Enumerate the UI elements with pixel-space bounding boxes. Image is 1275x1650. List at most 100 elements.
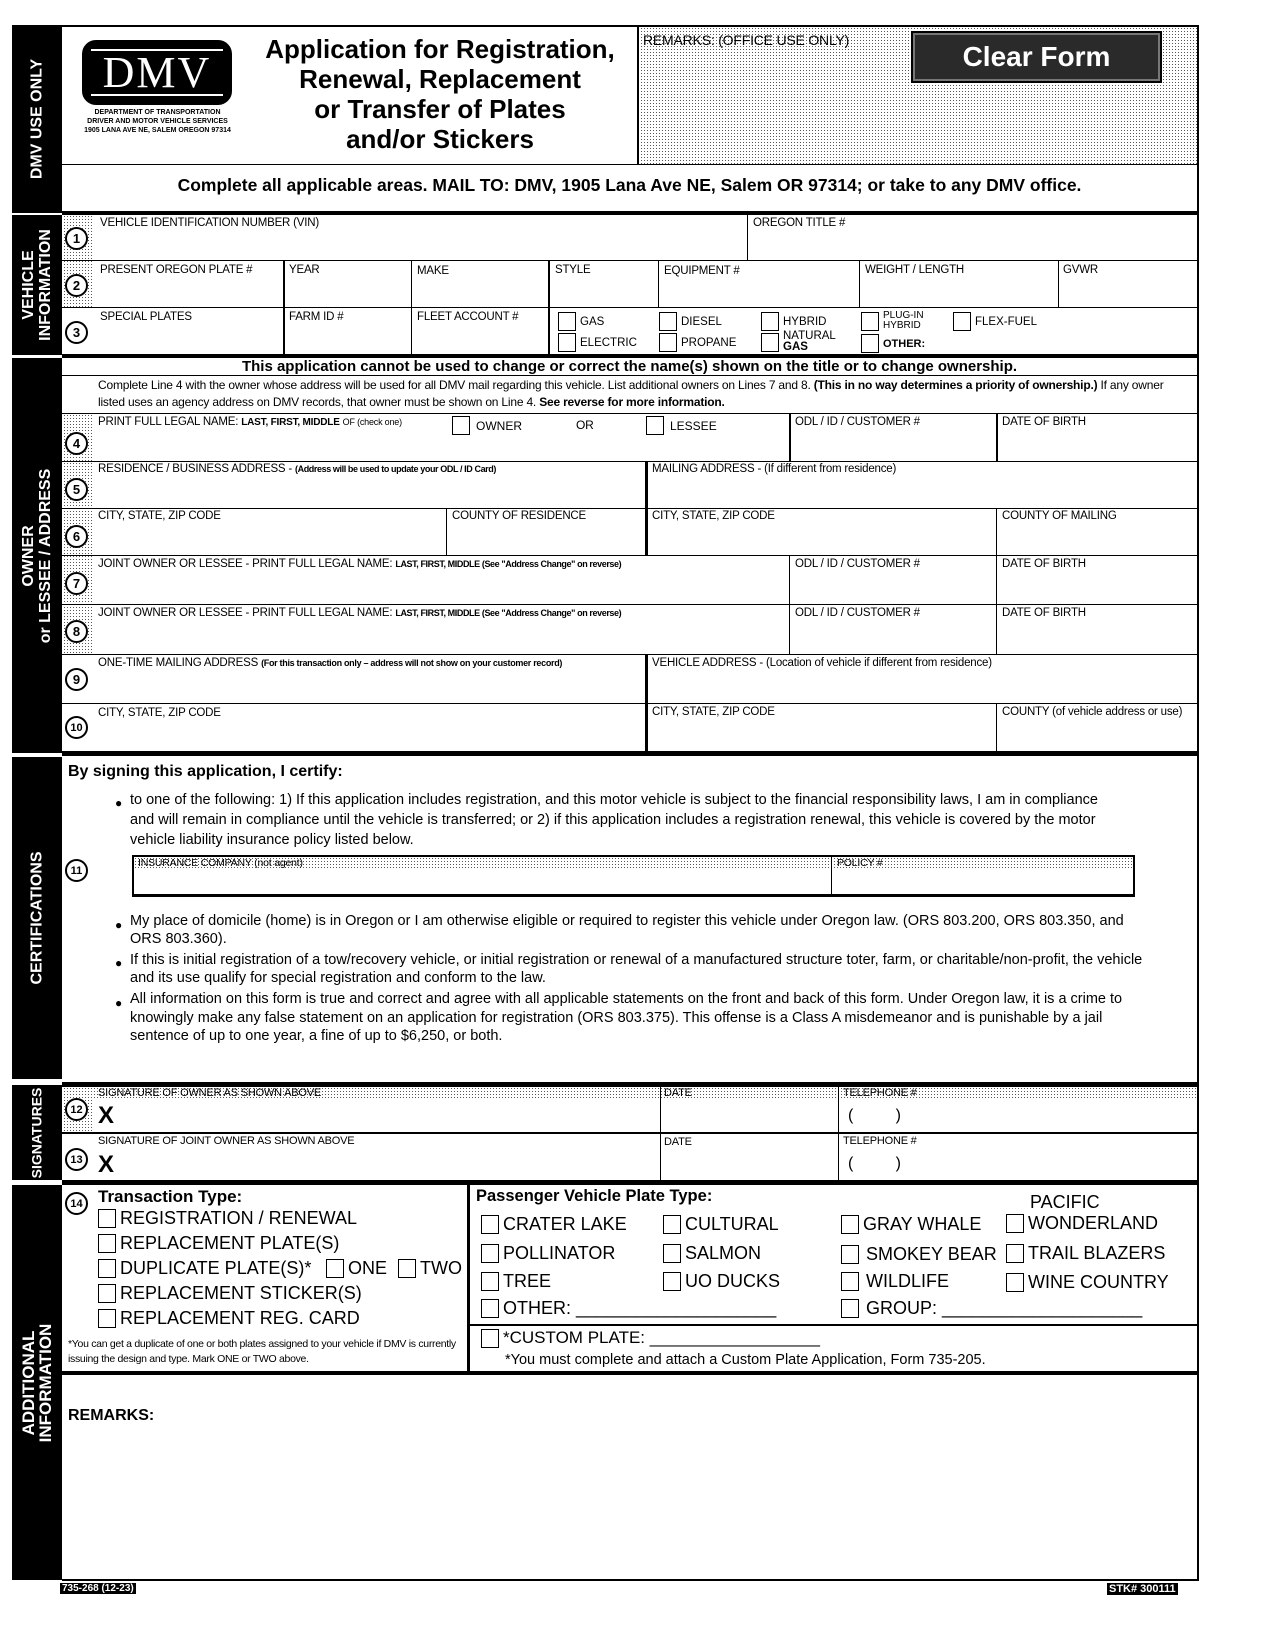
mailing-address-input[interactable]: [652, 483, 1192, 505]
remarks-input[interactable]: [160, 1400, 1190, 1570]
checkbox[interactable]: [659, 312, 677, 331]
checkbox[interactable]: [761, 312, 779, 331]
one-time-mailing-input[interactable]: [98, 676, 638, 698]
joint-telephone-input[interactable]: [930, 1152, 1192, 1176]
clear-form-button[interactable]: Clear Form: [911, 31, 1162, 83]
joint-owner-1-dob-input[interactable]: [1002, 578, 1192, 600]
plate-input[interactable]: [100, 282, 280, 304]
checkbox[interactable]: [98, 1234, 116, 1253]
lessee-checkbox-option[interactable]: LESSEE: [646, 416, 717, 435]
joint-signature-date-input[interactable]: [664, 1152, 834, 1176]
checkbox[interactable]: [481, 1215, 499, 1234]
joint-owner-2-dob-input[interactable]: [1002, 627, 1192, 649]
vehicle-address-input[interactable]: [652, 676, 1192, 698]
checkbox[interactable]: [398, 1259, 416, 1278]
plate-group-option[interactable]: GROUP: ____________________: [841, 1298, 1142, 1319]
owner-telephone-input[interactable]: [930, 1104, 1192, 1128]
joint-signature-input[interactable]: [124, 1152, 654, 1176]
plate-option[interactable]: SALMON: [663, 1243, 761, 1264]
checkbox[interactable]: [841, 1245, 859, 1264]
joint-owner-2-input[interactable]: [98, 627, 783, 649]
plate-option[interactable]: WILDLIFE: [841, 1271, 949, 1292]
checkbox[interactable]: [663, 1244, 681, 1263]
style-input[interactable]: [555, 282, 655, 304]
transaction-option[interactable]: REPLACEMENT PLATE(S): [98, 1233, 339, 1254]
checkbox[interactable]: [98, 1259, 116, 1278]
checkbox[interactable]: [558, 333, 576, 352]
vin-input[interactable]: [100, 235, 740, 257]
transaction-option[interactable]: REGISTRATION / RENEWAL: [98, 1208, 357, 1229]
plate-option[interactable]: CRATER LAKE: [481, 1214, 627, 1235]
owner-odl-input[interactable]: [795, 436, 991, 458]
fleet-account-input[interactable]: [417, 329, 545, 351]
checkbox[interactable]: [481, 1272, 499, 1291]
fuel-gas-option[interactable]: GAS: [558, 312, 604, 331]
checkbox[interactable]: [953, 312, 971, 331]
plate-option[interactable]: POLLINATOR: [481, 1243, 615, 1264]
insurance-company-input[interactable]: [138, 872, 828, 894]
checkbox[interactable]: [841, 1272, 859, 1291]
owner-dob-input[interactable]: [1002, 436, 1192, 458]
plate-option[interactable]: UO DUCKS: [663, 1271, 780, 1292]
joint-owner-1-odl-input[interactable]: [795, 578, 991, 600]
plate-option[interactable]: CULTURAL: [663, 1214, 779, 1235]
residence-city-input[interactable]: [98, 530, 438, 552]
owner-signature-date-input[interactable]: [664, 1104, 834, 1128]
weight-length-input[interactable]: [865, 282, 1055, 304]
transaction-option[interactable]: REPLACEMENT STICKER(S): [98, 1283, 362, 1304]
transaction-option[interactable]: REPLACEMENT REG. CARD: [98, 1308, 360, 1329]
plate-option[interactable]: TRAIL BLAZERS: [1006, 1243, 1165, 1264]
vehicle-county-input[interactable]: [1002, 725, 1192, 747]
plate-option[interactable]: WONDERLAND: [1006, 1213, 1158, 1234]
checkbox[interactable]: [663, 1272, 681, 1291]
checkbox[interactable]: [861, 311, 879, 331]
transaction-option[interactable]: DUPLICATE PLATE(S)*: [98, 1258, 311, 1279]
fuel-propane-option[interactable]: PROPANE: [659, 333, 736, 352]
one-time-city-input[interactable]: [98, 725, 638, 747]
checkbox[interactable]: [1006, 1273, 1024, 1292]
mailing-city-input[interactable]: [652, 530, 992, 552]
duplicate-one-option[interactable]: ONE: [326, 1258, 387, 1279]
year-input[interactable]: [289, 282, 407, 304]
checkbox[interactable]: [98, 1209, 116, 1228]
checkbox[interactable]: [98, 1309, 116, 1328]
fuel-plugin-hybrid-option[interactable]: PLUG-IN HYBRID: [861, 311, 924, 331]
custom-plate-option[interactable]: *CUSTOM PLATE: __________________: [481, 1328, 820, 1348]
equipment-input[interactable]: [664, 282, 856, 304]
checkbox[interactable]: [481, 1244, 499, 1263]
vehicle-city-input[interactable]: [652, 725, 992, 747]
checkbox[interactable]: [326, 1259, 344, 1278]
checkbox[interactable]: [1006, 1214, 1024, 1233]
checkbox[interactable]: [861, 334, 879, 353]
plate-option[interactable]: TREE: [481, 1271, 551, 1292]
owner-checkbox-option[interactable]: OWNER: [452, 416, 522, 435]
plate-other-option[interactable]: OTHER: ____________________: [481, 1298, 776, 1319]
policy-input[interactable]: [837, 872, 1127, 894]
county-residence-input[interactable]: [452, 530, 640, 552]
fuel-diesel-option[interactable]: DIESEL: [659, 312, 722, 331]
checkbox[interactable]: [1006, 1244, 1024, 1263]
gvwr-input[interactable]: [1063, 282, 1193, 304]
checkbox[interactable]: [646, 416, 664, 435]
fuel-hybrid-option[interactable]: HYBRID: [761, 312, 826, 331]
joint-owner-2-odl-input[interactable]: [795, 627, 991, 649]
checkbox[interactable]: [663, 1215, 681, 1234]
farm-id-input[interactable]: [289, 329, 407, 351]
special-plates-input[interactable]: [100, 329, 280, 351]
plate-option[interactable]: GRAY WHALE: [841, 1214, 981, 1235]
checkbox[interactable]: [761, 332, 779, 352]
joint-owner-1-input[interactable]: [98, 578, 783, 600]
oregon-title-input[interactable]: [753, 235, 1193, 257]
county-mailing-input[interactable]: [1002, 530, 1192, 552]
make-input[interactable]: [417, 282, 545, 304]
checkbox[interactable]: [841, 1299, 859, 1318]
checkbox[interactable]: [841, 1215, 859, 1234]
checkbox[interactable]: [481, 1328, 499, 1348]
checkbox[interactable]: [558, 312, 576, 331]
owner-name-input[interactable]: [98, 436, 783, 458]
residence-address-input[interactable]: [98, 483, 638, 505]
checkbox[interactable]: [659, 333, 677, 352]
checkbox[interactable]: [481, 1299, 499, 1318]
checkbox[interactable]: [452, 416, 470, 435]
plate-option[interactable]: SMOKEY BEAR: [841, 1244, 997, 1265]
